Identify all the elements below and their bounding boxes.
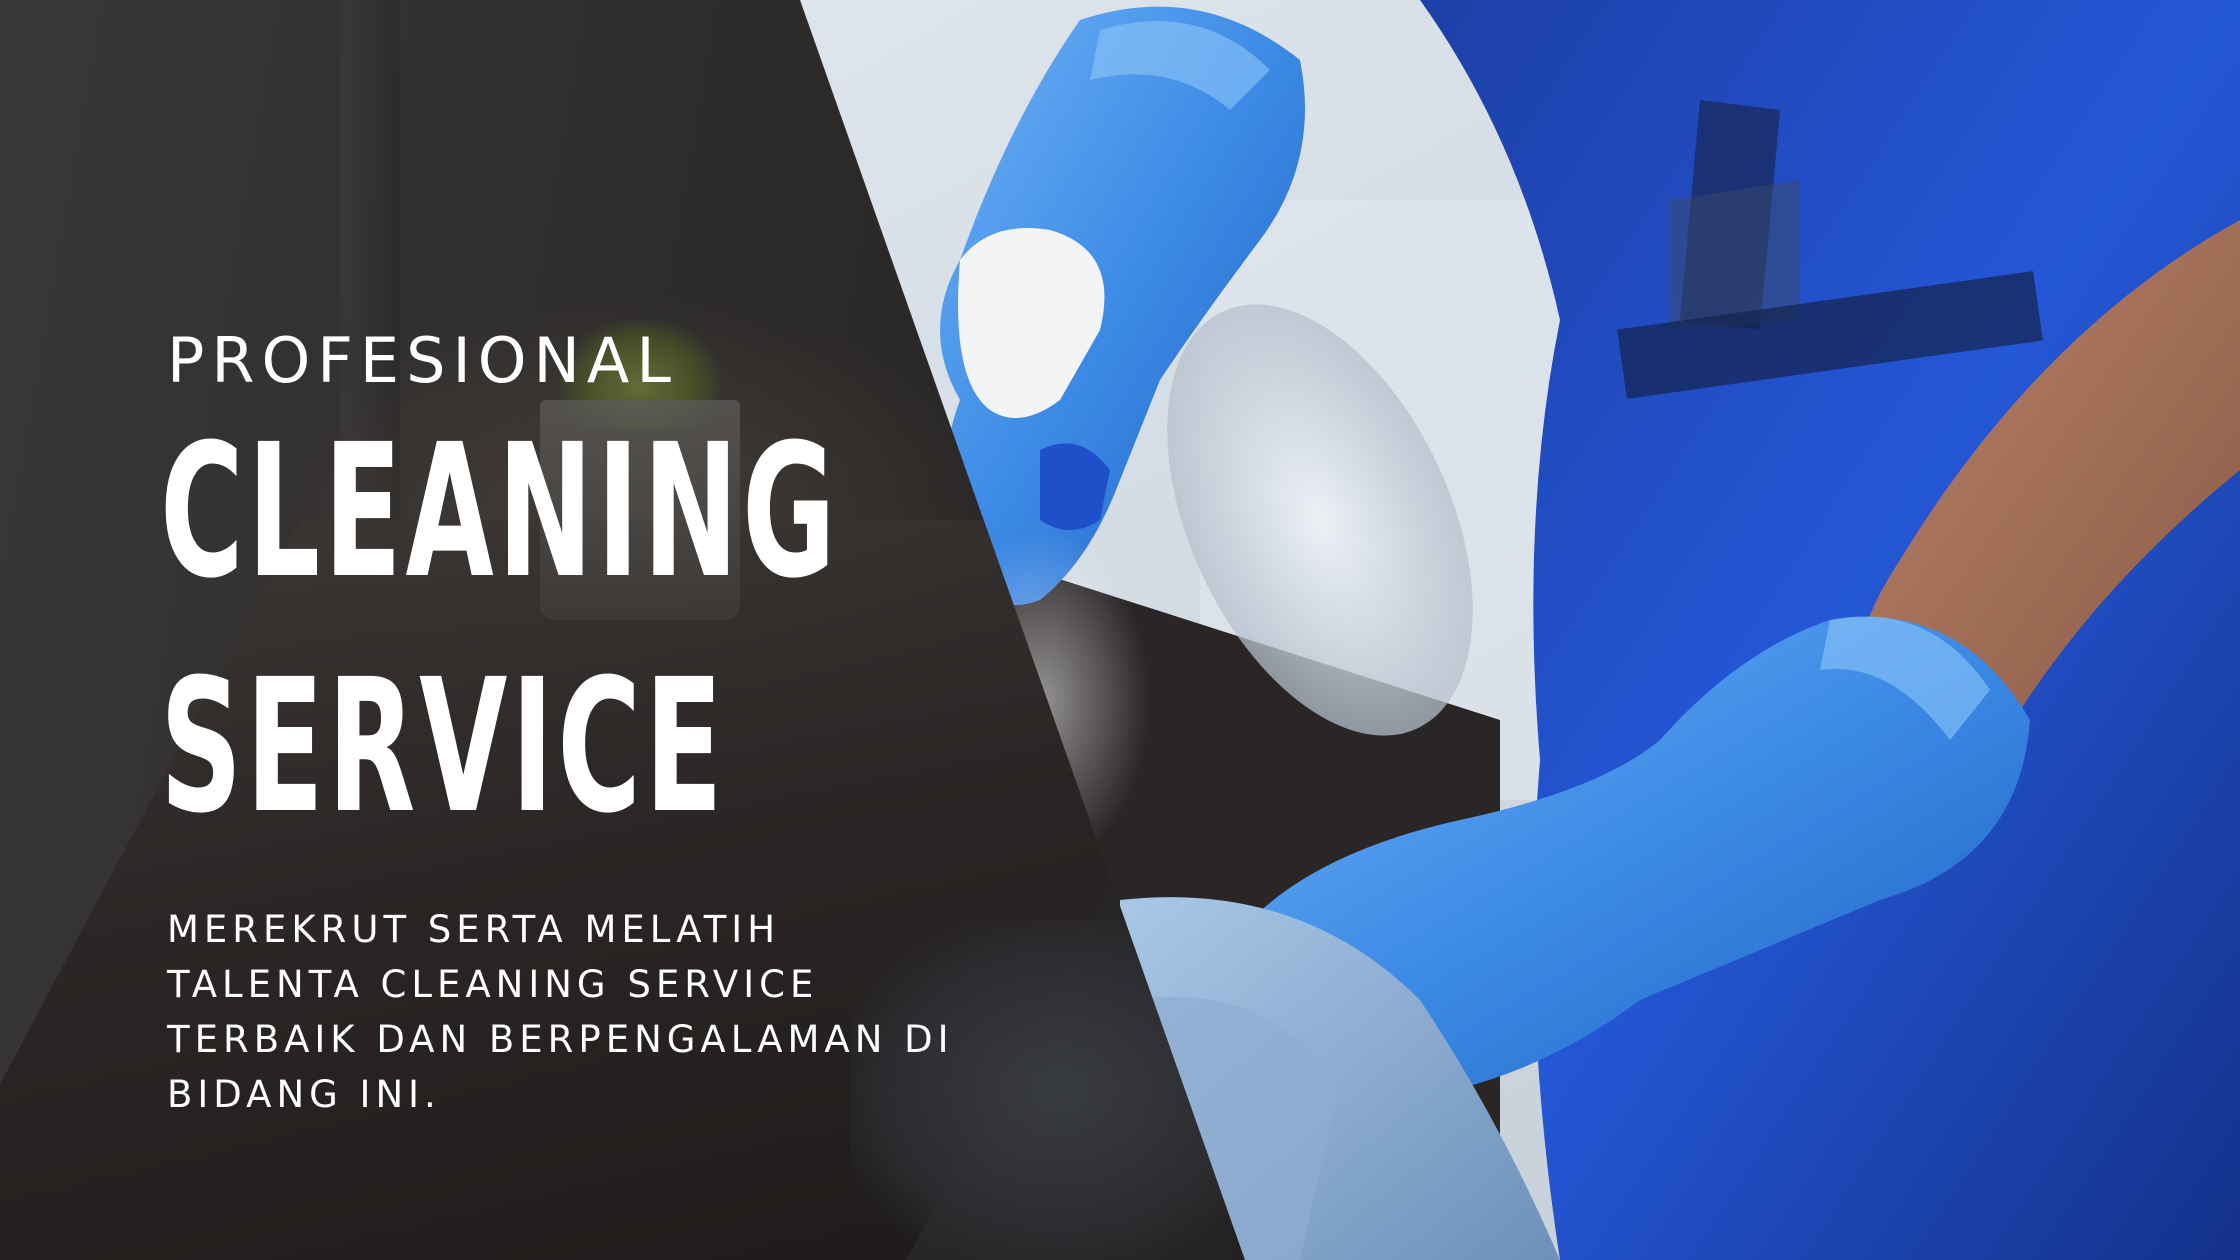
body-copy: MEREKRUT SERTA MELATIH TALENTA CLEANING … xyxy=(167,902,1167,1122)
subtitle: PROFESIONAL xyxy=(167,324,678,397)
body-line: TALENTA CLEANING SERVICE xyxy=(167,963,819,1006)
body-line: TERBAIK DAN BERPENGALAMAN DI xyxy=(167,1018,954,1061)
body-line: BIDANG INI. xyxy=(167,1073,441,1116)
body-line: MEREKRUT SERTA MELATIH xyxy=(167,908,781,951)
headline-line2: SERVICE xyxy=(160,640,727,854)
banner: PROFESIONAL CLEANING SERVICE MEREKRUT SE… xyxy=(0,0,2240,1260)
headline-line1: CLEANING xyxy=(160,405,840,619)
